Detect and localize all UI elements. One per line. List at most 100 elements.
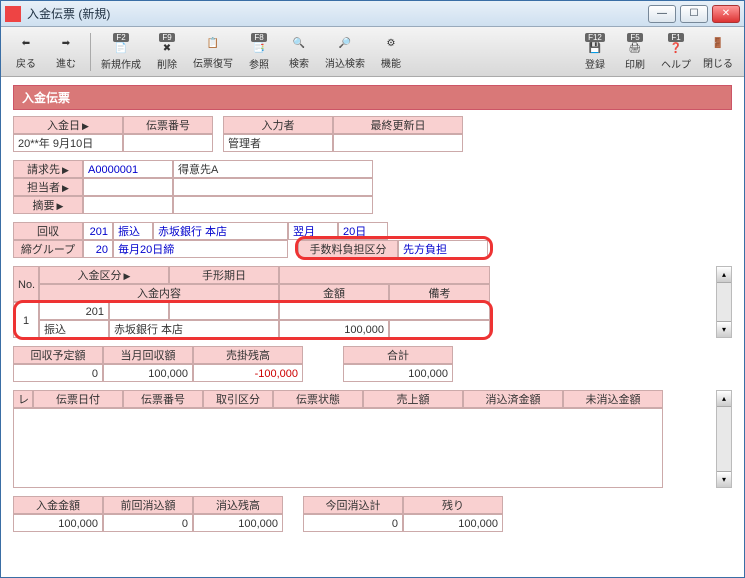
reference-icon: 📑	[248, 43, 270, 55]
toolbar: ⬅戻る ➡進む F2📄新規作成 F9✖削除 📋伝票復写 F8📑参照 🔍検索 🔎消…	[1, 27, 744, 77]
slipno-label: 伝票番号	[123, 116, 213, 134]
scroll-down-icon[interactable]: ▾	[717, 321, 731, 337]
clear-search-button[interactable]: 🔎消込検索	[320, 30, 370, 74]
recovery-bank: 赤坂銀行 本店	[153, 222, 288, 240]
recovery-day: 20日	[338, 222, 388, 240]
clear-search-icon: 🔎	[334, 34, 356, 54]
closegrp-name: 毎月20日締	[113, 240, 288, 258]
entered-label: 入力者	[223, 116, 333, 134]
row1-code[interactable]: 201	[39, 302, 109, 320]
close-window-button[interactable]: ✕	[712, 5, 740, 23]
updated-label: 最終更新日	[333, 116, 463, 134]
remark-label: 摘要▶	[13, 196, 83, 214]
register-button[interactable]: F12💾登録	[576, 30, 614, 74]
slipno-field[interactable]	[123, 134, 213, 152]
new-button[interactable]: F2📄新規作成	[96, 30, 146, 74]
print-button[interactable]: F5🖨印刷	[616, 30, 654, 74]
row1-no: 1	[13, 302, 39, 338]
help-button[interactable]: F1❓ヘルプ	[656, 30, 696, 74]
this-label: 今回消込計	[303, 496, 403, 514]
scroll-down-icon[interactable]: ▾	[717, 471, 731, 487]
hcol-tkbn: 取引区分	[203, 390, 273, 408]
gear-icon: ⚙	[380, 34, 402, 54]
row1-amount[interactable]: 100,000	[279, 320, 389, 338]
date-field[interactable]: 20**年 9月10日	[13, 134, 123, 152]
remark-code-field[interactable]	[83, 196, 173, 214]
fbal-label: 消込残高	[193, 496, 283, 514]
slip-copy-button[interactable]: 📋伝票復写	[188, 30, 238, 74]
row1-blank2[interactable]	[279, 302, 490, 320]
new-doc-icon: 📄	[110, 43, 132, 55]
person-code-field[interactable]	[83, 178, 173, 196]
function-button[interactable]: ⚙機能	[372, 30, 410, 74]
person-name-field	[173, 178, 373, 196]
billto-label: 請求先▶	[13, 160, 83, 178]
updated-field	[333, 134, 463, 152]
hcol-uncleared: 未消込金額	[563, 390, 663, 408]
remark-text-field[interactable]	[173, 196, 373, 214]
col-no: No.	[13, 266, 39, 302]
hcol-no: 伝票番号	[123, 390, 203, 408]
history-scrollbar[interactable]: ▴ ▾	[716, 390, 732, 488]
scroll-up-icon[interactable]: ▴	[717, 267, 731, 283]
closegrp-code[interactable]: 20	[83, 240, 113, 258]
print-icon: 🖨	[624, 43, 646, 55]
billto-name-field: 得意先A	[173, 160, 373, 178]
date-label: 入金日▶	[13, 116, 123, 134]
forward-arrow-icon: ➡	[55, 34, 77, 54]
hcol-check: レ	[13, 390, 33, 408]
sum-value: 100,000	[343, 364, 453, 382]
prev-value: 0	[103, 514, 193, 532]
history-body[interactable]	[13, 408, 663, 488]
month-label: 当月回収額	[103, 346, 193, 364]
window-title: 入金伝票 (新規)	[27, 5, 648, 22]
plan-value: 0	[13, 364, 103, 382]
save-icon: 💾	[584, 43, 606, 55]
app-window: 入金伝票 (新規) — ☐ ✕ ⬅戻る ➡進む F2📄新規作成 F9✖削除 📋伝…	[0, 0, 745, 578]
door-icon: 🚪	[707, 34, 729, 54]
col-content: 入金内容	[39, 284, 279, 302]
row1-type: 振込	[39, 320, 109, 338]
row1-bank: 赤坂銀行 本店	[109, 320, 279, 338]
col-kbn: 入金区分▶	[39, 266, 169, 284]
this-value: 0	[303, 514, 403, 532]
rem-label: 残り	[403, 496, 503, 514]
fee-value[interactable]: 先方負担	[398, 240, 488, 258]
forward-button[interactable]: ➡進む	[47, 30, 85, 74]
back-button[interactable]: ⬅戻る	[7, 30, 45, 74]
plan-label: 回収予定額	[13, 346, 103, 364]
line-row[interactable]: 1 201 振込 赤坂銀行 本店 100,000	[13, 302, 716, 338]
col-blank	[279, 266, 490, 284]
panel-title: 入金伝票	[13, 85, 732, 110]
app-icon	[5, 6, 21, 22]
lines-scrollbar[interactable]: ▴ ▾	[716, 266, 732, 338]
content-area: 入金伝票 入金日▶ 伝票番号 入力者 最終更新日 20**年 9月10日 管理者…	[1, 77, 744, 577]
sum-label: 合計	[343, 346, 453, 364]
col-amount: 金額	[279, 284, 389, 302]
row1-notedate[interactable]	[169, 302, 279, 320]
bal-value: -100,000	[193, 364, 303, 382]
scroll-up-icon[interactable]: ▴	[717, 391, 731, 407]
prev-label: 前回消込額	[103, 496, 193, 514]
help-icon: ❓	[665, 43, 687, 55]
row1-blank1[interactable]	[109, 302, 169, 320]
maximize-button[interactable]: ☐	[680, 5, 708, 23]
billto-code-field[interactable]: A0000001	[83, 160, 173, 178]
close-button[interactable]: 🚪閉じる	[698, 30, 738, 74]
recovery-label: 回収	[13, 222, 83, 240]
recovery-code[interactable]: 201	[83, 222, 113, 240]
rem-value: 100,000	[403, 514, 503, 532]
fee-label: 手数料負担区分	[298, 240, 398, 258]
in-value: 100,000	[13, 514, 103, 532]
reference-button[interactable]: F8📑参照	[240, 30, 278, 74]
person-label: 担当者▶	[13, 178, 83, 196]
titlebar: 入金伝票 (新規) — ☐ ✕	[1, 1, 744, 27]
minimize-button[interactable]: —	[648, 5, 676, 23]
col-memo: 備考	[389, 284, 490, 302]
recovery-month: 翌月	[288, 222, 338, 240]
copy-icon: 📋	[202, 34, 224, 54]
row1-memo[interactable]	[389, 320, 490, 338]
delete-button[interactable]: F9✖削除	[148, 30, 186, 74]
hcol-sales: 売上額	[363, 390, 463, 408]
search-button[interactable]: 🔍検索	[280, 30, 318, 74]
